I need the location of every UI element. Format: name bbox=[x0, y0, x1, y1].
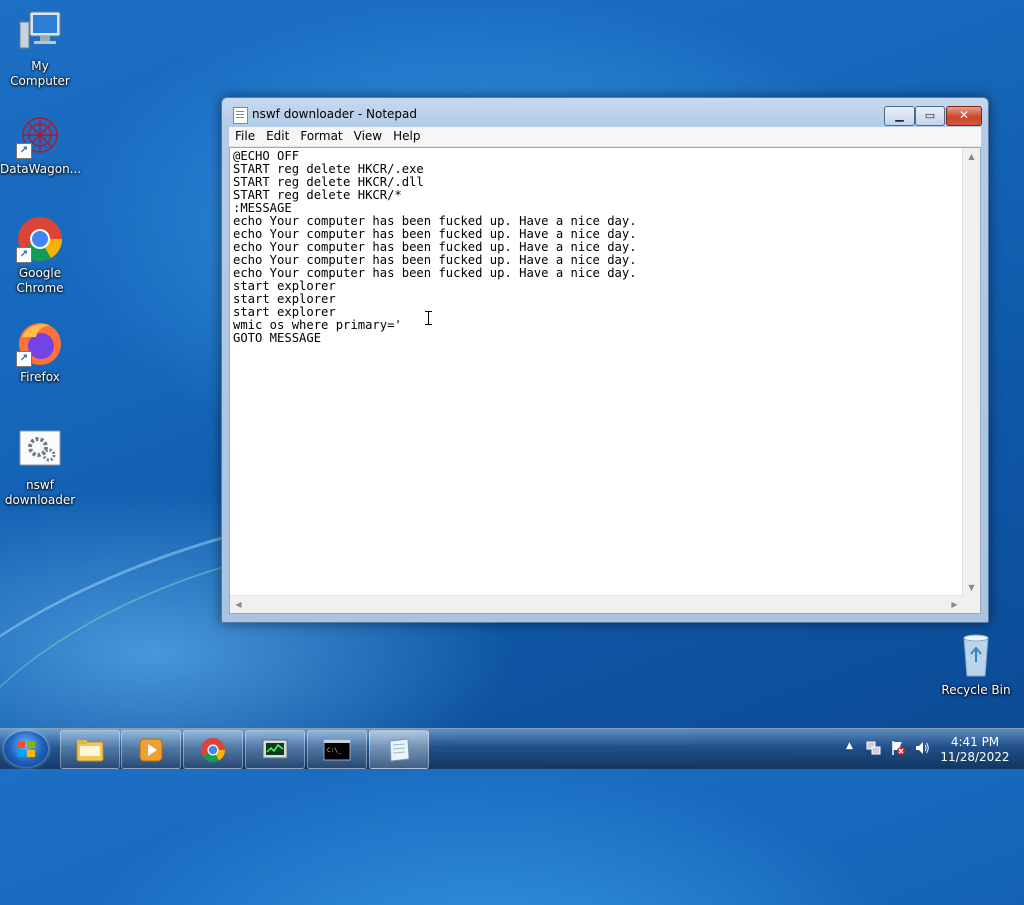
desktop-icon-label: Recycle Bin bbox=[941, 683, 1011, 697]
desktop-icon-chrome[interactable]: ↗ Google Chrome bbox=[0, 215, 80, 296]
taskbar-media-player[interactable] bbox=[121, 730, 181, 769]
firefox-icon: ↗ bbox=[16, 319, 64, 367]
desktop-icon-label: Google Chrome bbox=[16, 266, 64, 295]
desktop-icon-label: Firefox bbox=[20, 370, 60, 384]
clock-time: 4:41 PM bbox=[950, 735, 1000, 749]
task-manager-icon bbox=[261, 737, 289, 763]
clock[interactable]: 4:41 PM 11/28/2022 bbox=[935, 735, 1015, 765]
scroll-down-icon[interactable]: ▼ bbox=[963, 579, 980, 596]
chrome-icon: ↗ bbox=[16, 215, 64, 263]
action-center-warning-icon[interactable] bbox=[890, 740, 906, 759]
taskbar-command-prompt[interactable]: C:\_ bbox=[307, 730, 367, 769]
close-icon: ✕ bbox=[958, 108, 970, 122]
scrollbar-corner bbox=[963, 596, 980, 613]
window-title: nswf downloader - Notepad bbox=[252, 107, 418, 121]
menu-file[interactable]: File bbox=[229, 127, 260, 143]
windows-logo-icon bbox=[17, 741, 35, 757]
desktop-icon-label: DataWagon... bbox=[0, 162, 82, 176]
notepad-icon bbox=[385, 737, 413, 763]
desktop-icon-recycle-bin[interactable]: Recycle Bin bbox=[936, 632, 1016, 698]
show-hidden-icons-icon[interactable]: ▲ bbox=[846, 741, 853, 751]
scroll-up-icon[interactable]: ▲ bbox=[963, 148, 980, 165]
editor-content[interactable]: @ECHO OFF START reg delete HKCR/.exe STA… bbox=[233, 150, 960, 593]
title-bar[interactable]: nswf downloader - Notepad ▁ ▭ ✕ bbox=[222, 98, 988, 128]
taskbar-task-manager[interactable] bbox=[245, 730, 305, 769]
start-button[interactable] bbox=[4, 731, 48, 767]
menu-edit[interactable]: Edit bbox=[260, 127, 294, 143]
desktop-icon-label: nswf downloader bbox=[4, 478, 76, 507]
desktop-icon-label: My Computer bbox=[10, 59, 70, 88]
menu-view[interactable]: View bbox=[348, 127, 387, 143]
horizontal-scrollbar[interactable]: ◀ ▶ bbox=[230, 595, 963, 613]
media-player-icon bbox=[137, 737, 165, 763]
vertical-scrollbar[interactable]: ▲ ▼ bbox=[962, 148, 980, 596]
text-cursor-icon bbox=[425, 311, 432, 325]
scroll-left-icon[interactable]: ◀ bbox=[230, 596, 247, 613]
text-editor[interactable]: @ECHO OFF START reg delete HKCR/.exe STA… bbox=[229, 147, 981, 614]
notepad-window[interactable]: nswf downloader - Notepad ▁ ▭ ✕ File Edit… bbox=[221, 97, 989, 623]
chrome-icon bbox=[199, 737, 227, 763]
folder-icon bbox=[76, 737, 104, 763]
maximize-button[interactable]: ▭ bbox=[915, 106, 945, 126]
volume-icon[interactable] bbox=[914, 740, 930, 759]
shortcut-arrow-icon: ↗ bbox=[16, 143, 32, 159]
scroll-right-icon[interactable]: ▶ bbox=[946, 596, 963, 613]
datawagon-logo-icon: ↗ bbox=[16, 111, 64, 159]
menu-bar: File Edit Format View Help bbox=[229, 127, 981, 147]
minimize-button[interactable]: ▁ bbox=[884, 106, 915, 126]
shortcut-arrow-icon: ↗ bbox=[16, 351, 32, 367]
command-prompt-icon: C:\_ bbox=[323, 737, 351, 763]
minimize-icon: ▁ bbox=[895, 109, 904, 122]
taskbar-notepad[interactable] bbox=[369, 730, 429, 769]
desktop-icon-datawagon[interactable]: ↗ DataWagon... bbox=[0, 111, 82, 177]
batch-file-icon bbox=[16, 427, 64, 475]
menu-format[interactable]: Format bbox=[294, 127, 347, 143]
taskbar-explorer[interactable] bbox=[60, 730, 120, 769]
close-button[interactable]: ✕ bbox=[946, 106, 982, 126]
taskbar-chrome[interactable] bbox=[183, 730, 243, 769]
shortcut-arrow-icon: ↗ bbox=[16, 247, 32, 263]
recycle-bin-icon bbox=[952, 632, 1000, 680]
taskbar: C:\_ ▲ 4:41 PM 11/28/2022 bbox=[0, 728, 1024, 769]
network-icon[interactable] bbox=[866, 740, 882, 759]
desktop-icon-firefox[interactable]: ↗ Firefox bbox=[0, 319, 80, 385]
maximize-icon: ▭ bbox=[924, 109, 936, 122]
notepad-icon bbox=[233, 107, 248, 124]
clock-date: 11/28/2022 bbox=[940, 750, 1010, 764]
menu-help[interactable]: Help bbox=[387, 127, 425, 143]
desktop-icon-my-computer[interactable]: My Computer bbox=[0, 8, 80, 89]
svg-text:C:\_: C:\_ bbox=[327, 747, 342, 754]
computer-icon bbox=[16, 8, 64, 56]
desktop-icon-nswf-downloader[interactable]: nswf downloader bbox=[0, 427, 80, 508]
